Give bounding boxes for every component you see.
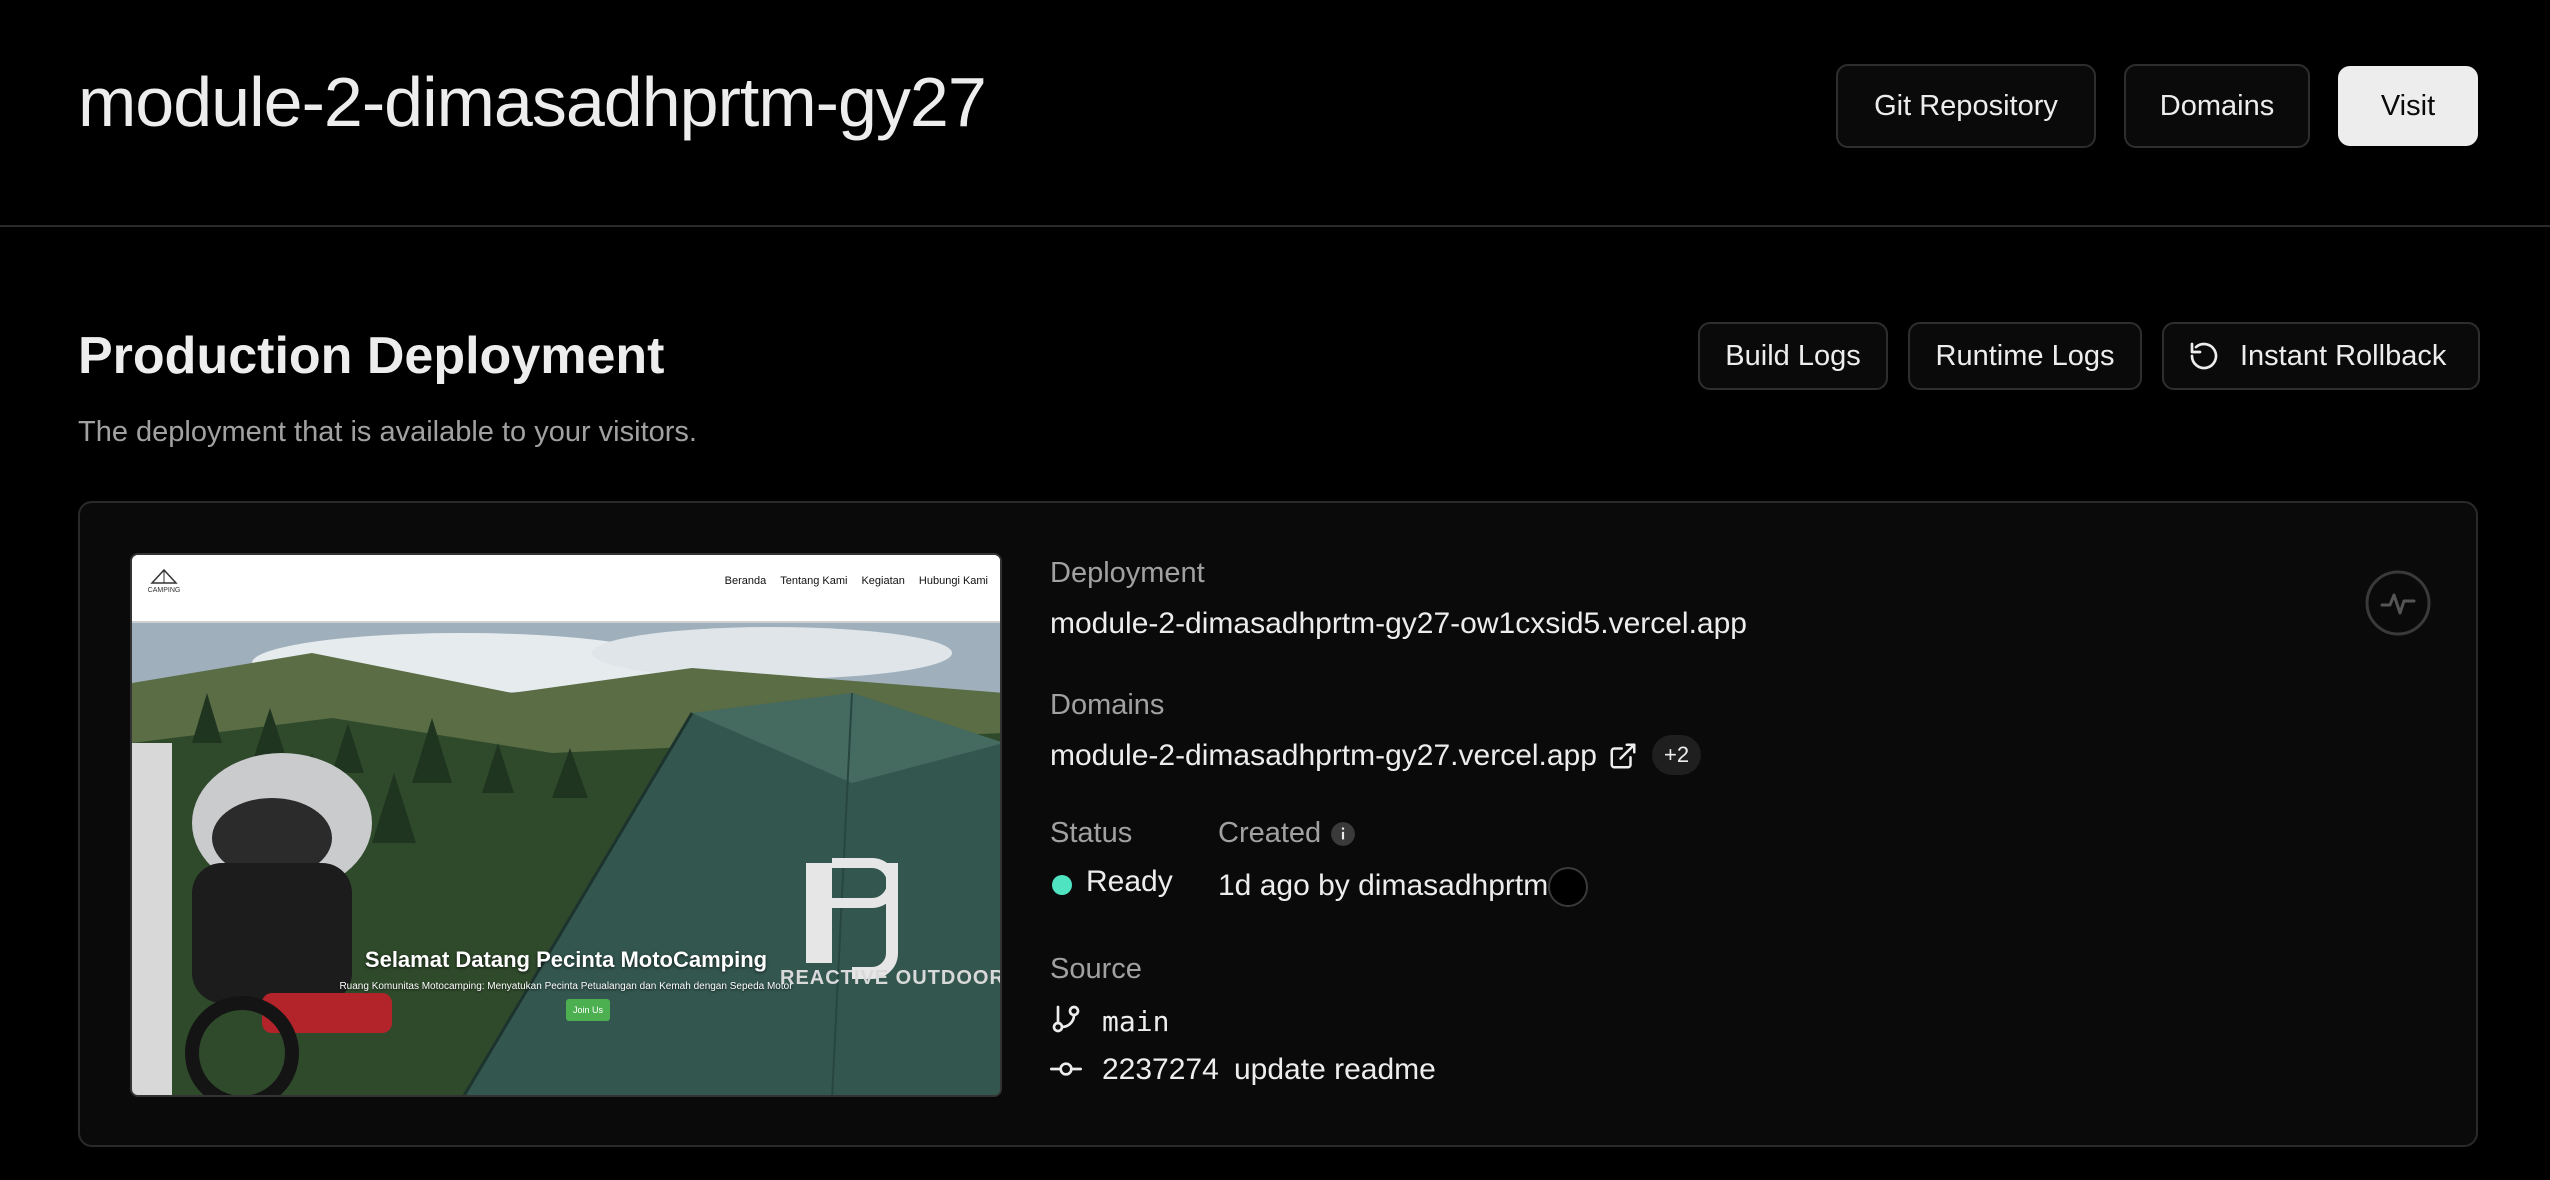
status-label: Status — [1050, 817, 1133, 849]
info-icon[interactable] — [1330, 821, 1356, 847]
visit-button[interactable]: Visit — [2338, 66, 2478, 146]
git-repository-button[interactable]: Git Repository — [1836, 64, 2096, 148]
preview-nav-link: Hubungi Kami — [918, 575, 988, 587]
git-branch-icon — [1052, 1005, 1080, 1033]
preview-join-button: Join Us — [566, 999, 610, 1021]
created-label: Created — [1218, 817, 1322, 849]
status-dot — [1052, 875, 1072, 895]
extra-domains-badge[interactable]: +2 — [1652, 735, 1702, 775]
instant-rollback-label: Instant Rollback — [2240, 339, 2447, 372]
rollback-icon — [2190, 342, 2218, 370]
domains-button[interactable]: Domains — [2124, 64, 2310, 148]
commit-hash[interactable]: 2237274 — [1102, 1053, 1219, 1087]
deployment-url-link[interactable]: module-2-dimasadhprtm-gy27-ow1cxsid5.ver… — [1050, 607, 1747, 641]
tent-logo-icon — [150, 568, 178, 584]
avatar[interactable] — [1548, 867, 1588, 907]
preview-nav-links: Beranda Tentang Kami Kegiatan Hubungi Ka… — [725, 575, 988, 587]
preview-logo-text: CAMPING — [147, 587, 181, 594]
project-title: module-2-dimasadhprtm-gy27 — [78, 63, 987, 141]
section-title: Production Deployment — [78, 327, 665, 385]
git-commit-icon — [1050, 1062, 1082, 1076]
runtime-logs-button[interactable]: Runtime Logs — [1908, 322, 2142, 390]
branch-name[interactable]: main — [1102, 1005, 1169, 1038]
preview-nav-link: Kegiatan — [861, 575, 905, 587]
created-value: 1d ago by dimasadhprtm — [1218, 869, 1549, 902]
deployment-card: CAMPING Beranda Tentang Kami Kegiatan Hu… — [78, 501, 2478, 1147]
preview-logo: CAMPING — [146, 567, 182, 597]
project-header: module-2-dimasadhprtm-gy27 Git Repositor… — [0, 0, 2550, 227]
commit-message: update readme — [1234, 1053, 1436, 1086]
build-logs-button[interactable]: Build Logs — [1698, 322, 1888, 390]
preview-brand-text: REACTIVE OUTDOOR — [780, 967, 1000, 989]
preview-nav-link: Beranda — [724, 575, 767, 587]
source-label: Source — [1050, 953, 1142, 985]
deployment-preview[interactable]: CAMPING Beranda Tentang Kami Kegiatan Hu… — [130, 553, 1002, 1097]
hero-scene-image — [132, 623, 1000, 1095]
deployment-label: Deployment — [1050, 557, 1205, 589]
preview-nav-link: Tentang Kami — [780, 575, 848, 587]
preview-navbar: CAMPING Beranda Tentang Kami Kegiatan Hu… — [132, 555, 1000, 623]
external-link-icon[interactable] — [1608, 741, 1638, 771]
preview-hero: Selamat Datang Pecinta MotoCamping Ruang… — [132, 623, 1000, 1095]
domain-url-link[interactable]: module-2-dimasadhprtm-gy27.vercel.app — [1050, 739, 1597, 773]
instant-rollback-button[interactable]: Instant Rollback — [2162, 322, 2480, 390]
section-subtitle: The deployment that is available to your… — [78, 416, 697, 448]
status-value: Ready — [1086, 865, 1173, 898]
activity-icon[interactable] — [2364, 569, 2432, 637]
domains-label: Domains — [1050, 689, 1165, 721]
